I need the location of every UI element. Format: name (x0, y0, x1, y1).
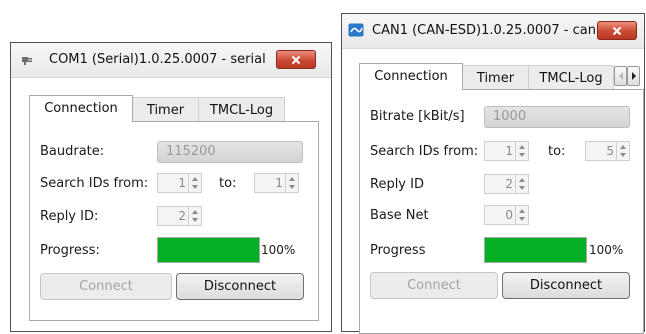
tab-scroll-right-button[interactable] (627, 66, 640, 86)
can1-connect-button[interactable]: Connect (370, 272, 498, 299)
com1-connect-button[interactable]: Connect (40, 273, 172, 300)
can1-progress-percent: 100% (589, 243, 624, 257)
com1-window-title: COM1 (Serial)1.0.25.0007 - serial (49, 52, 266, 67)
spin-arrows-icon[interactable] (616, 142, 629, 160)
com1-progress-label: Progress: (40, 243, 100, 258)
com1-search-to-spinbox[interactable]: 1 (254, 173, 299, 193)
com1-progress-bar (157, 237, 260, 263)
can1-search-from-value: 1 (505, 144, 513, 158)
com1-reply-id-spinbox[interactable]: 2 (157, 206, 202, 226)
can1-reply-id-value: 2 (505, 177, 513, 191)
can1-base-net-label: Base Net (370, 208, 429, 223)
can1-base-net-spinbox[interactable]: 0 (484, 205, 529, 225)
chevron-right-icon (632, 72, 636, 80)
com1-baudrate-field[interactable]: 115200 (157, 141, 303, 163)
can1-reply-id-spinbox[interactable]: 2 (484, 174, 529, 194)
can1-base-net-value: 0 (505, 208, 513, 222)
tab-scroll-left-button[interactable] (614, 66, 627, 86)
can1-progress-fill (485, 238, 586, 262)
can1-tab-timer[interactable]: Timer (463, 65, 529, 90)
com1-tab-timer[interactable]: Timer (133, 97, 199, 122)
can1-search-to-value: 5 (606, 144, 614, 158)
close-icon (612, 26, 622, 35)
com1-search-from-value: 1 (178, 176, 186, 190)
can1-to-label: to: (548, 144, 566, 159)
close-icon (291, 55, 301, 64)
can1-bitrate-field[interactable]: 1000 (484, 106, 630, 128)
can1-progress-label: Progress (370, 243, 426, 258)
can1-search-to-spinbox[interactable]: 5 (585, 141, 630, 161)
spin-arrows-icon[interactable] (515, 206, 528, 224)
can1-window: CAN1 (CAN-ESD)1.0.25.0007 - can. Connect… (341, 13, 645, 334)
com1-disconnect-button[interactable]: Disconnect (176, 273, 304, 300)
com1-progress-fill (158, 238, 259, 262)
can1-close-button[interactable] (597, 21, 637, 40)
com1-search-to-value: 1 (275, 176, 283, 190)
com1-titlebar[interactable]: COM1 (Serial)1.0.25.0007 - serial (11, 43, 331, 78)
com1-reply-id-label: Reply ID: (40, 209, 99, 224)
spin-arrows-icon[interactable] (285, 174, 298, 192)
spin-arrows-icon[interactable] (188, 174, 201, 192)
plug-icon (21, 52, 35, 70)
can1-tab-tmcl-log[interactable]: TMCL-Log (529, 65, 614, 90)
com1-tab-connection[interactable]: Connection (29, 95, 133, 122)
can1-progress-bar (484, 237, 587, 263)
chevron-left-icon (619, 72, 623, 80)
can1-titlebar[interactable]: CAN1 (CAN-ESD)1.0.25.0007 - can. (342, 14, 644, 49)
can1-reply-id-label: Reply ID (370, 177, 424, 192)
can1-bitrate-label: Bitrate [kBit/s] (370, 109, 465, 124)
can-esd-logo-icon (348, 23, 364, 41)
spin-arrows-icon[interactable] (188, 207, 201, 225)
spin-arrows-icon[interactable] (515, 142, 528, 160)
com1-reply-id-value: 2 (178, 209, 186, 223)
spin-arrows-icon[interactable] (515, 175, 528, 193)
can1-search-from-spinbox[interactable]: 1 (484, 141, 529, 161)
com1-window: COM1 (Serial)1.0.25.0007 - serial Connec… (10, 42, 332, 332)
com1-close-button[interactable] (276, 50, 316, 69)
com1-baudrate-label: Baudrate: (40, 144, 105, 159)
com1-search-ids-label: Search IDs from: (40, 176, 149, 191)
can1-tab-connection[interactable]: Connection (359, 63, 463, 90)
com1-tab-tmcl-log[interactable]: TMCL-Log (199, 97, 285, 122)
can1-window-title: CAN1 (CAN-ESD)1.0.25.0007 - can. (372, 23, 601, 38)
com1-search-from-spinbox[interactable]: 1 (157, 173, 202, 193)
can1-disconnect-button[interactable]: Disconnect (502, 272, 630, 299)
com1-to-label: to: (219, 176, 237, 191)
can1-search-ids-label: Search IDs from: (370, 144, 479, 159)
com1-progress-percent: 100% (261, 243, 296, 257)
